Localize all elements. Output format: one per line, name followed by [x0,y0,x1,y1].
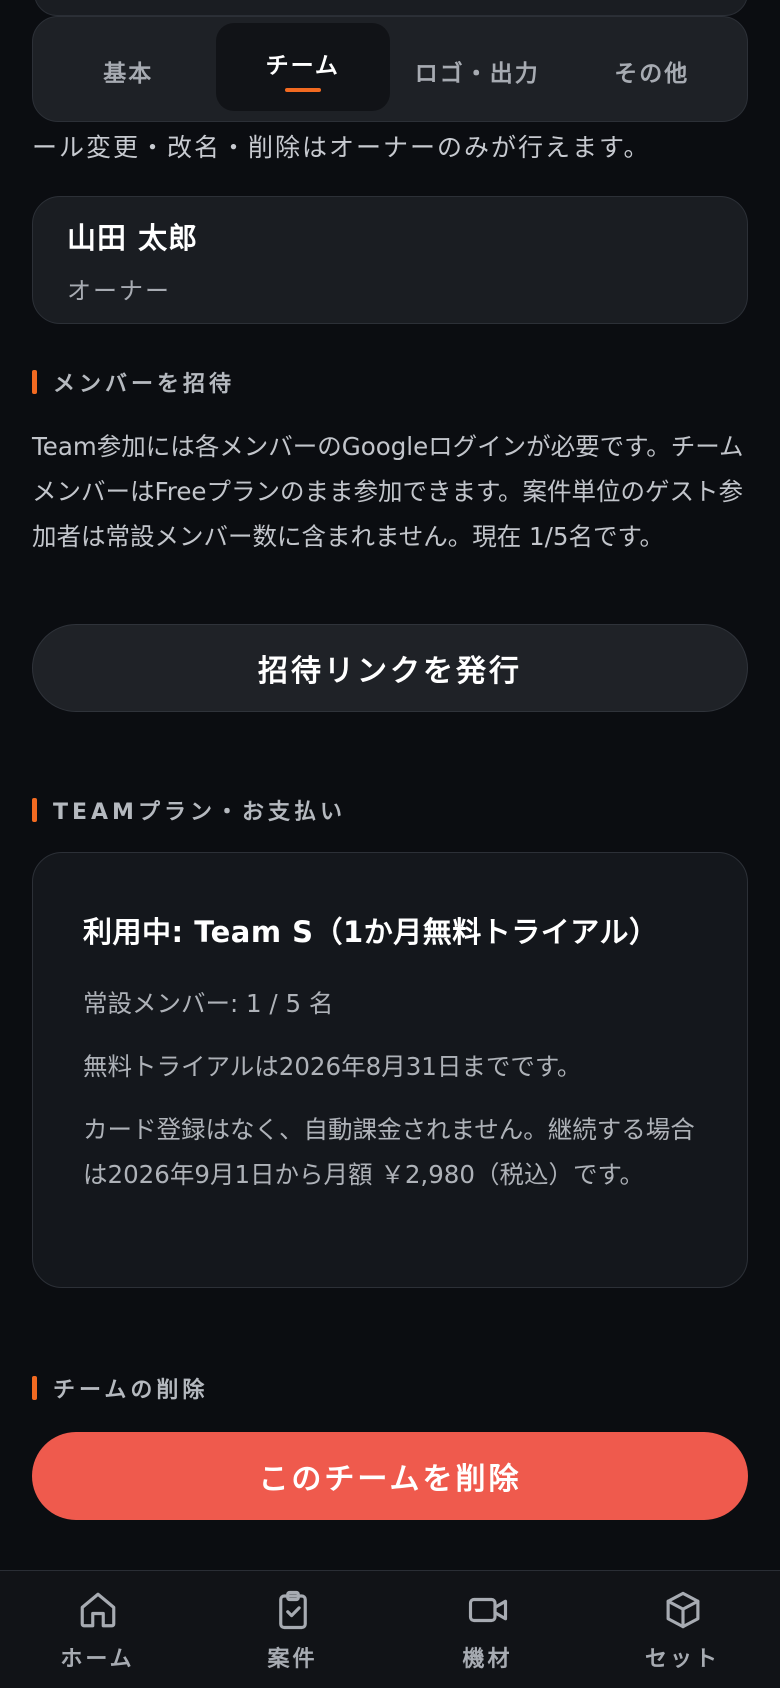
nav-equipment-label: 機材 [462,1647,513,1672]
member-name: 山田 太郎 [67,221,199,255]
tab-basic-label: 基本 [103,61,154,87]
plan-heading-text: TEAMプラン・お支払い [53,800,346,825]
issue-invite-link-button[interactable]: 招待リンクを発行 [32,624,748,712]
member-card: 山田 太郎 オーナー [32,196,748,324]
heading-accent-bar [32,370,37,394]
plan-member-count: 常設メンバー: 1 / 5 名 [83,989,334,1018]
video-camera-icon [468,1597,507,1623]
tab-logo-output-label: ロゴ・出力 [414,61,540,87]
plan-section-heading: TEAMプラン・お支払い [32,794,346,826]
plan-trial-end: 無料トライアルは2026年8月31日までです。 [83,1052,582,1081]
home-icon [80,1592,115,1628]
nav-home[interactable]: ホーム [0,1571,195,1688]
heading-accent-bar [32,798,37,822]
plan-card: 利用中: Team S（1か月無料トライアル） 常設メンバー: 1 / 5 名 … [32,852,748,1288]
tab-other[interactable]: その他 [565,25,740,113]
nav-projects-label: 案件 [267,1647,318,1672]
tab-logo-output[interactable]: ロゴ・出力 [390,25,565,113]
plan-title: 利用中: Team S（1か月無料トライアル） [83,915,659,949]
owner-permission-note: ール変更・改名・削除はオーナーのみが行えます。 [32,133,651,162]
tab-other-label: その他 [614,61,690,87]
nav-sets[interactable]: セット [585,1571,780,1688]
nav-home-label: ホーム [60,1647,135,1672]
member-role: オーナー [67,277,171,305]
plan-billing-note: カード登録はなく、自動課金されません。継続する場合は2026年9月1日から月額 … [83,1115,695,1189]
previous-card-edge [34,0,748,16]
nav-equipment[interactable]: 機材 [390,1571,585,1688]
tab-basic[interactable]: 基本 [41,25,216,113]
settings-tab-bar: 基本 チーム ロゴ・出力 その他 [32,16,748,122]
clipboard-check-icon [278,1590,307,1630]
tab-team[interactable]: チーム [215,23,390,111]
nav-sets-label: セット [644,1647,720,1672]
invite-section-heading: メンバーを招待 [32,366,235,398]
delete-team-button[interactable]: このチームを削除 [32,1432,748,1520]
delete-section-heading: チームの削除 [32,1372,208,1404]
box-icon [666,1591,699,1629]
nav-projects[interactable]: 案件 [195,1571,390,1688]
bottom-navigation: ホーム 案件 機材 セット [0,1570,780,1688]
invite-heading-text: メンバーを招待 [53,372,236,397]
delete-heading-text: チームの削除 [53,1378,209,1403]
invite-description: Team参加には各メンバーのGoogleログインが必要です。チームメンバーはFr… [32,432,744,551]
active-tab-indicator [284,88,321,92]
heading-accent-bar [32,1376,37,1400]
tab-team-label: チーム [265,53,340,79]
